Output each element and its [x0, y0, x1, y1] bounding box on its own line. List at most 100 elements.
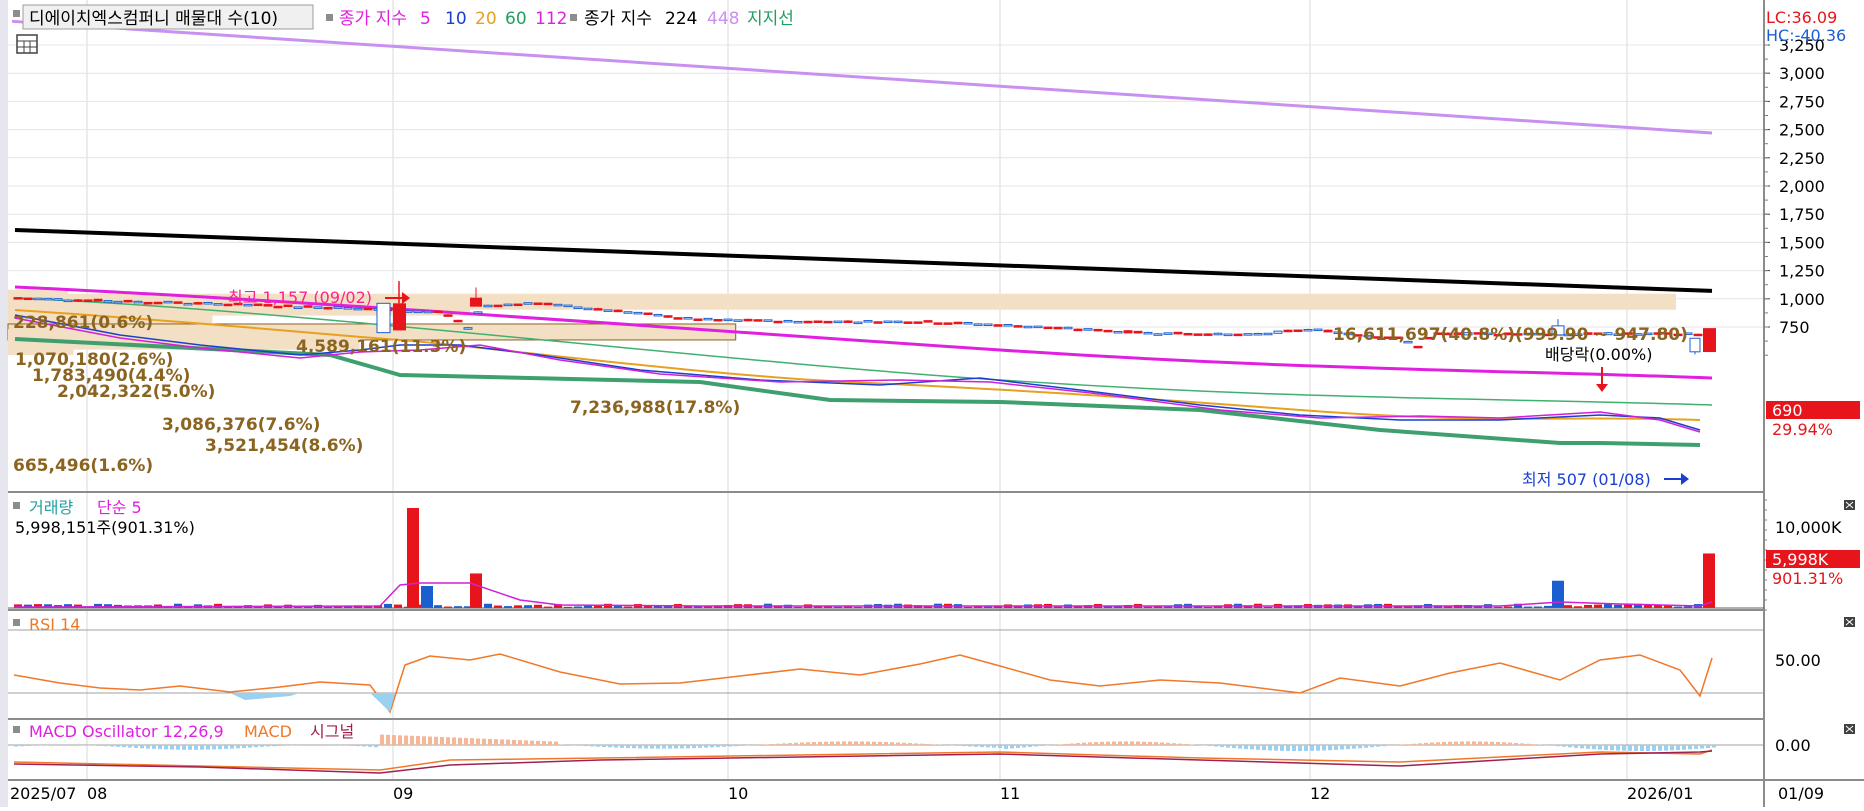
macd-oscillator-bar	[1688, 745, 1692, 749]
macd-oscillator-bar	[1622, 745, 1626, 751]
signal-label: 시그널	[310, 722, 354, 741]
candle-body	[874, 322, 882, 324]
volume-close-icon[interactable]	[1844, 500, 1855, 510]
rsi-close-icon[interactable]	[1844, 617, 1855, 627]
candle-body	[514, 304, 522, 306]
macd-oscillator-bar	[392, 735, 396, 745]
grid-settings-icon[interactable]	[17, 35, 37, 53]
macd-oscillator-bar	[476, 738, 480, 745]
volume-bar	[384, 604, 392, 608]
macd-oscillator-bar	[716, 745, 720, 747]
macd-oscillator-bar	[1508, 743, 1512, 745]
candle-body	[694, 319, 702, 321]
macd-oscillator-bar	[668, 745, 672, 749]
candle-body	[344, 308, 352, 310]
macd-oscillator-bar	[926, 744, 930, 745]
candle-body	[1194, 334, 1202, 336]
candle-body	[604, 310, 612, 312]
macd-oscillator-bar	[1238, 745, 1242, 749]
ma-period-60: 60	[505, 9, 527, 29]
macd-oscillator-bar	[428, 737, 432, 745]
y-tick-label: 1,000	[1779, 290, 1825, 309]
low-annotation: 최저 507 (01/08)	[1522, 470, 1651, 489]
macd-oscillator-bar	[1634, 745, 1638, 751]
candle-body	[84, 300, 92, 302]
candle-body	[104, 301, 112, 303]
candle-body	[744, 319, 752, 321]
macd-oscillator-bar	[242, 745, 246, 748]
macd-oscillator-bar	[1256, 745, 1260, 750]
candle-body-last	[1703, 328, 1716, 352]
macd-oscillator-bar	[98, 745, 102, 746]
x-tick-label: 09	[393, 784, 413, 803]
volume-tick: 10,000K	[1775, 518, 1842, 537]
x-tick-label: 12	[1310, 784, 1330, 803]
macd-oscillator-bar	[1484, 742, 1488, 745]
macd-oscillator-bar	[374, 745, 378, 747]
macd-oscillator-bar	[878, 742, 882, 745]
volume-profile-label: 3,521,454(8.6%)	[205, 436, 363, 456]
close-index-label: 종가 지수	[339, 9, 407, 29]
candle-body	[204, 302, 212, 304]
candle-body	[184, 303, 192, 305]
candle-body	[324, 308, 332, 310]
macd-oscillator-bar	[1274, 745, 1278, 751]
macd-oscillator-bar	[1430, 743, 1434, 745]
candle-body	[454, 320, 462, 322]
candle-body	[534, 303, 542, 305]
macd-oscillator-bar	[1610, 745, 1614, 750]
macd-oscillator-bar	[992, 745, 996, 748]
candle-body	[1044, 327, 1052, 329]
macd-oscillator-bar	[470, 738, 474, 745]
macd-oscillator-bar	[116, 745, 120, 747]
candle-body	[434, 311, 442, 313]
macd-oscillator-bar	[914, 743, 918, 745]
legend-square-icon	[570, 14, 577, 21]
macd-oscillator-bar	[800, 743, 804, 745]
macd-oscillator-bar	[722, 745, 726, 747]
chart-canvas[interactable]: 16,611,697(40.8%)(999.90 ~ 947.80)4,589,…	[0, 0, 1864, 807]
volume-bar	[394, 605, 402, 608]
macd-oscillator-bar	[26, 745, 30, 746]
volume-profile-label: 665,496(1.6%)	[13, 456, 153, 476]
macd-oscillator-bar	[1040, 745, 1044, 746]
macd-oscillator-bar	[1088, 742, 1092, 745]
x-tick-label: 11	[1000, 784, 1020, 803]
macd-oscillator-bar	[1280, 745, 1284, 751]
hc-value: HC:-40.36	[1766, 26, 1846, 45]
candle-body	[634, 312, 642, 314]
macd-oscillator-bar	[662, 745, 666, 749]
candle-body	[774, 321, 782, 323]
macd-oscillator-bar	[386, 735, 390, 745]
volume-label: 거래량	[29, 498, 73, 517]
macd-oscillator-bar	[158, 745, 162, 749]
macd-oscillator-bar	[164, 745, 168, 749]
macd-close-icon[interactable]	[1844, 724, 1855, 734]
candle-body	[1254, 333, 1262, 335]
candle-body	[444, 315, 452, 317]
candle-body	[124, 300, 132, 302]
candle-body	[644, 313, 652, 315]
macd-oscillator-bar	[680, 745, 684, 748]
candle-body	[74, 300, 82, 302]
macd-oscillator-bar	[494, 739, 498, 745]
candle-body-drop	[377, 303, 390, 332]
macd-oscillator-bar	[1184, 744, 1188, 745]
candle-body	[1234, 334, 1242, 336]
macd-oscillator-bar	[1142, 742, 1146, 745]
macd-oscillator-bar	[458, 738, 462, 745]
macd-oscillator-bar	[1076, 743, 1080, 745]
candle-body	[974, 324, 982, 326]
macd-oscillator-bar	[824, 742, 828, 745]
macd-oscillator-bar	[1658, 745, 1662, 751]
macd-oscillator-bar	[1292, 745, 1296, 751]
macd-oscillator-bar	[1706, 745, 1710, 748]
macd-oscillator-bar	[416, 736, 420, 745]
macd-oscillator-bar	[200, 745, 204, 750]
macd-oscillator-bar	[1568, 745, 1572, 747]
macd-oscillator-bar	[1514, 743, 1518, 745]
volume-profile-label: 2,042,322(5.0%)	[57, 382, 215, 402]
macd-oscillator-bar	[848, 741, 852, 745]
macd-oscillator-bar	[1148, 742, 1152, 745]
macd-oscillator-bar	[1334, 745, 1338, 750]
